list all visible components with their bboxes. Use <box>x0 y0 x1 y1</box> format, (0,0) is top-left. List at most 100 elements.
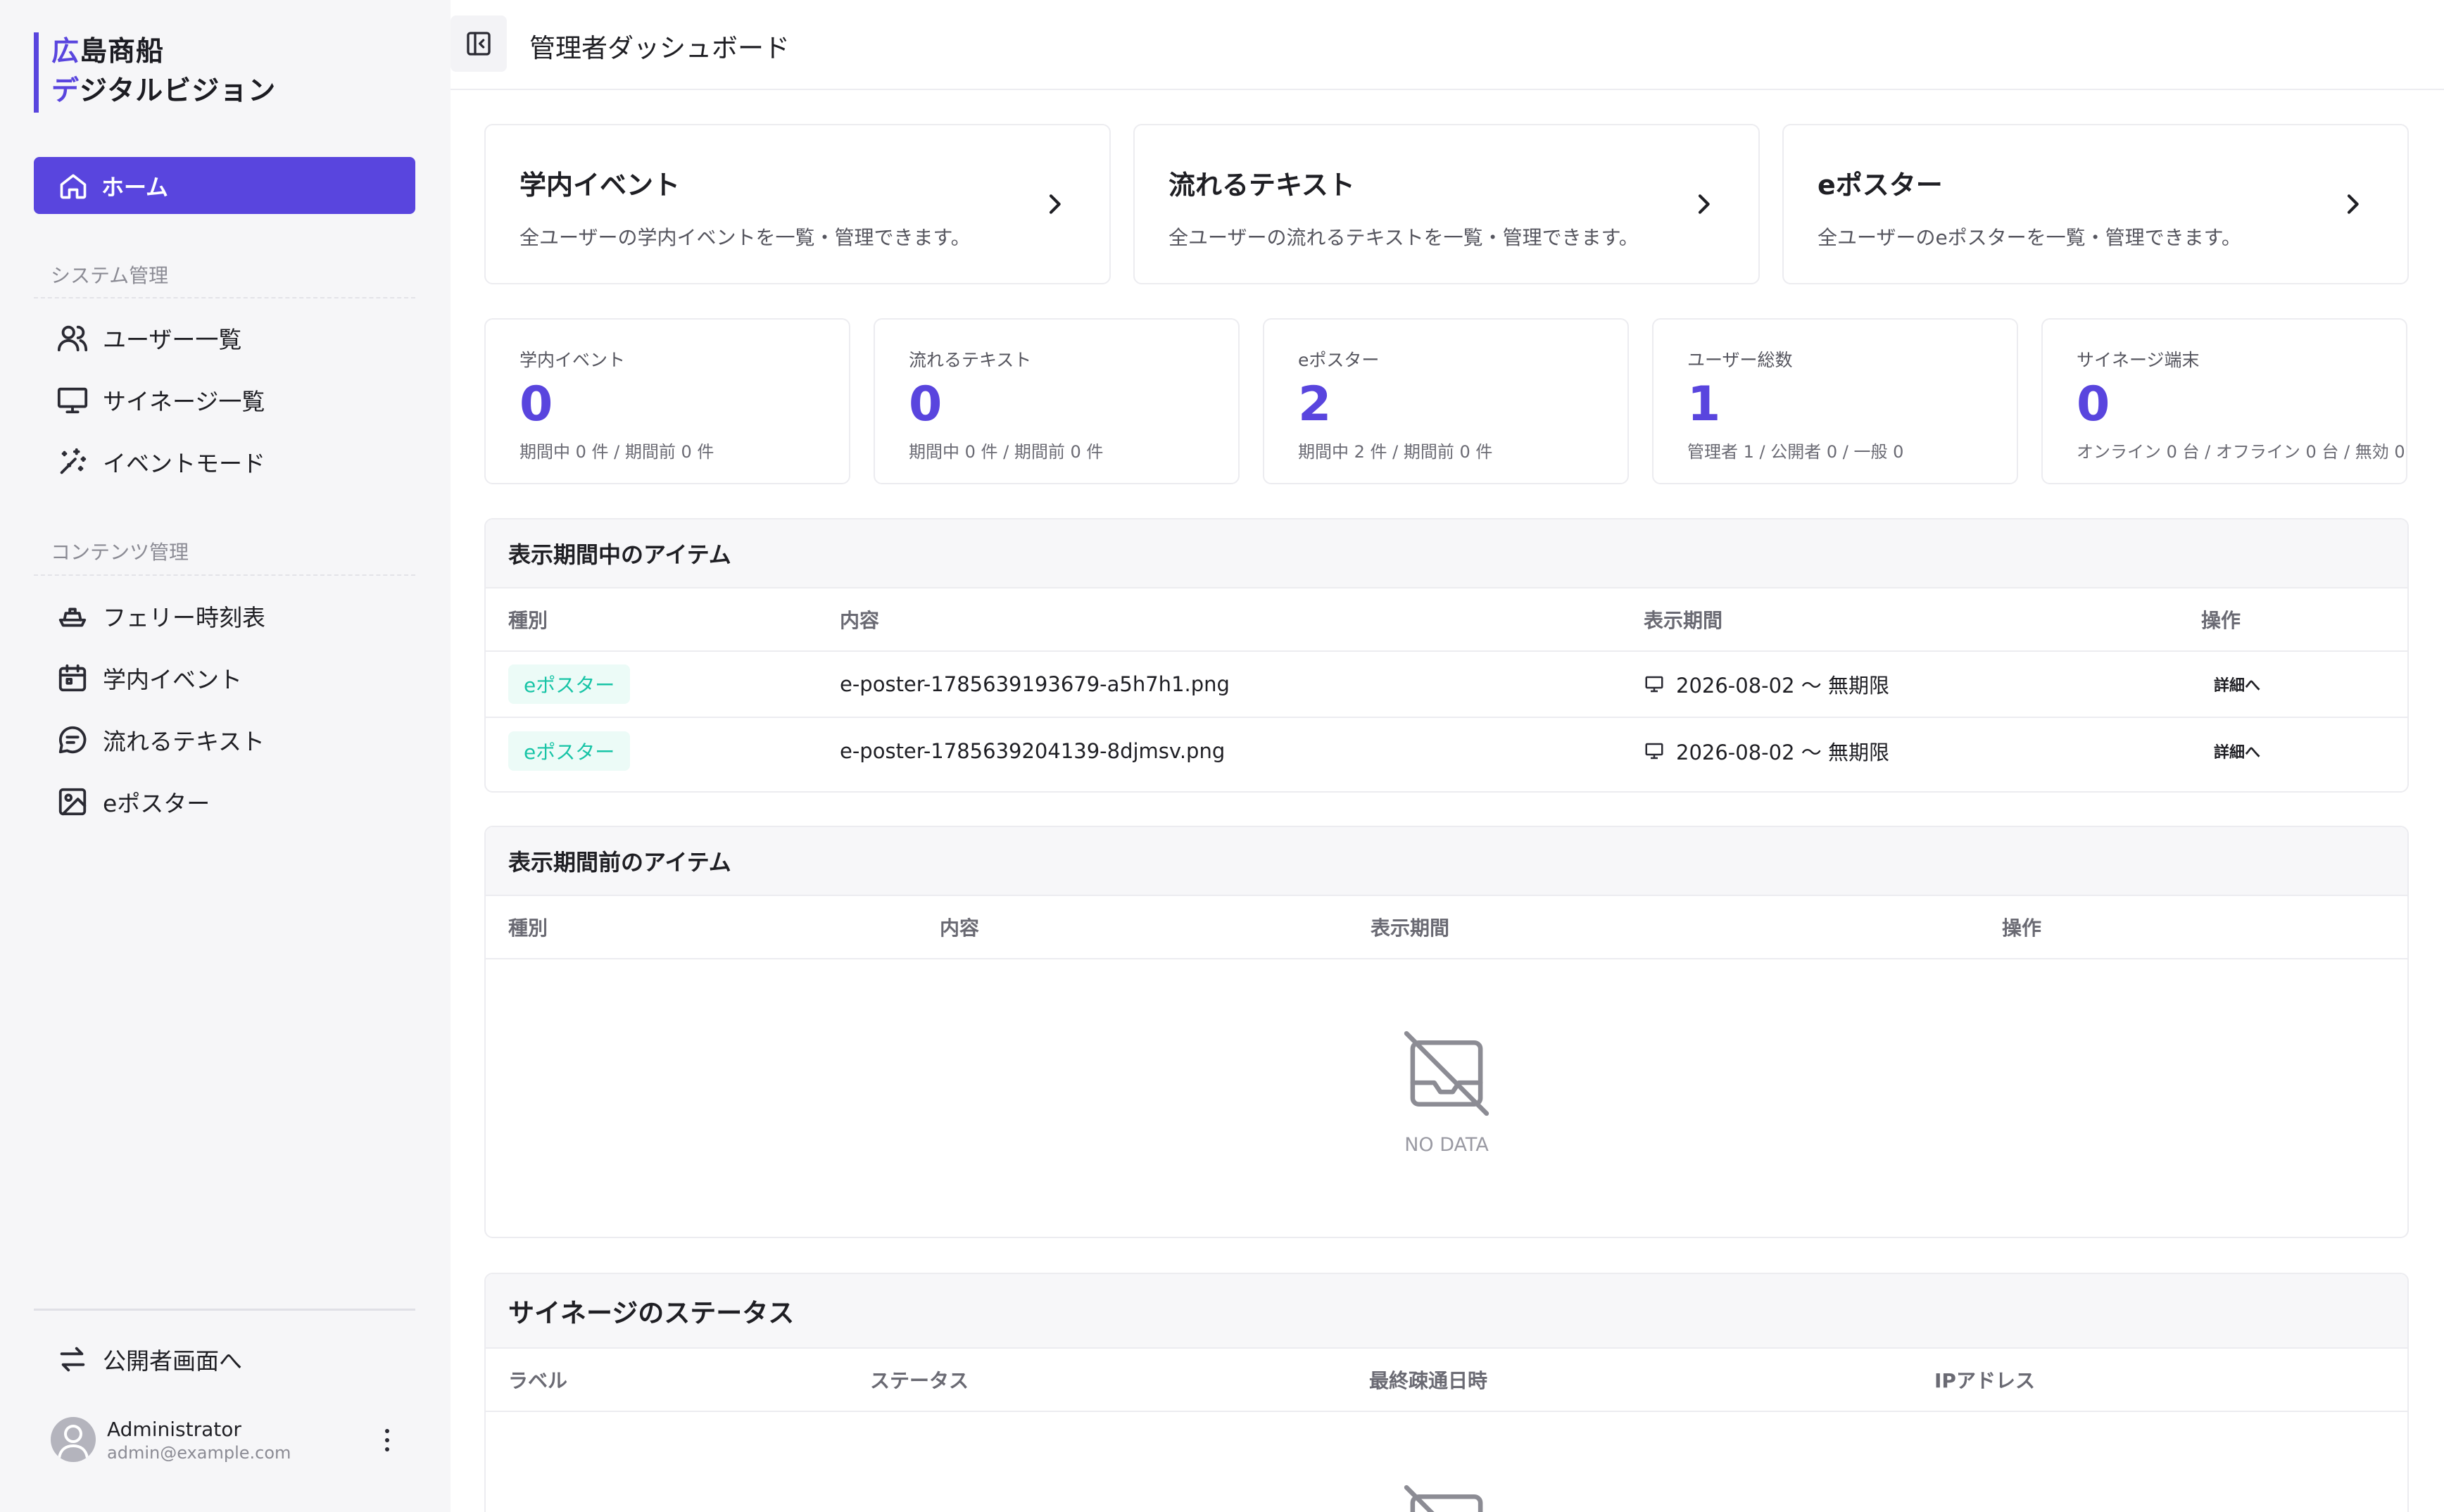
user-menu-button[interactable] <box>377 1426 397 1454</box>
stat-card-signage: サイネージ端末 0 オンライン 0 台 / オフライン 0 台 / 無効 0 台 <box>2041 318 2407 484</box>
section-label-content: コンテンツ管理 <box>51 541 189 564</box>
user-email: admin@example.com <box>107 1443 291 1463</box>
sidebar-item-event-mode[interactable]: イベントモード <box>56 441 265 483</box>
stat-card-events: 学内イベント 0 期間中 0 件 / 期間前 0 件 <box>484 318 850 484</box>
calendar-icon <box>58 664 87 692</box>
sidebar-item-signage[interactable]: サイネージ一覧 <box>56 379 265 421</box>
column-header: ステータス <box>870 1369 969 1392</box>
column-header: 表示期間 <box>1644 609 1723 632</box>
image-icon <box>58 788 87 816</box>
table-header: 種別 内容 表示期間 操作 <box>486 588 2407 652</box>
stat-sub: 管理者 1 / 公開者 0 / 一般 0 <box>1687 442 1904 462</box>
sidebar-item-ferry[interactable]: フェリー時刻表 <box>56 595 265 637</box>
sidebar-collapse-icon <box>467 32 491 56</box>
page-title: 管理者ダッシュボード <box>529 33 790 63</box>
sidebar-item-events[interactable]: 学内イベント <box>56 657 242 699</box>
chevron-right-icon <box>1698 194 1710 214</box>
stat-card-eposter: eポスター 2 期間中 2 件 / 期間前 0 件 <box>1263 318 1629 484</box>
sidebar-item-label: eポスター <box>103 790 210 817</box>
stat-card-ticker: 流れるテキスト 0 期間中 0 件 / 期間前 0 件 <box>874 318 1240 484</box>
sidebar-item-label: フェリー時刻表 <box>103 604 265 631</box>
sidebar-item-users[interactable]: ユーザー一覧 <box>56 317 241 359</box>
nav-card-desc: 全ユーザーのeポスターを一覧・管理できます。 <box>1818 226 2241 249</box>
empty-state <box>486 1478 2407 1512</box>
sidebar-item-label: ユーザー一覧 <box>103 326 242 353</box>
stat-label: 学内イベント <box>519 350 626 370</box>
public-screen-link-label: 公開者画面へ <box>103 1347 242 1375</box>
brand-logo[interactable]: 広島商船 デジタルビジョン <box>34 32 276 113</box>
stat-value: 0 <box>2077 377 2110 432</box>
empty-state: NO DATA <box>486 1024 2407 1156</box>
panel-title: 表示期間前のアイテム <box>486 827 2407 896</box>
column-header: 最終疎通日時 <box>1369 1369 1488 1392</box>
stat-label: 流れるテキスト <box>909 350 1032 370</box>
signage-status-panel: サイネージのステータス ラベル ステータス 最終疎通日時 IPアドレス <box>484 1273 2409 1512</box>
monitor-icon <box>1645 676 1663 693</box>
user-name: Administrator <box>107 1418 241 1441</box>
sidebar-item-label: サイネージ一覧 <box>103 388 265 415</box>
nav-card-events[interactable]: 学内イベント 全ユーザーの学内イベントを一覧・管理できます。 <box>484 124 1111 284</box>
stat-label: サイネージ端末 <box>2077 350 2200 370</box>
sidebar-footer-divider <box>34 1309 415 1311</box>
stat-sub: 期間中 0 件 / 期間前 0 件 <box>519 442 714 462</box>
table-row: eポスター e-poster-1785639204139-8djmsv.png … <box>486 718 2407 784</box>
detail-link[interactable]: 詳細へ <box>2214 718 2260 784</box>
stat-label: ユーザー総数 <box>1687 350 1793 370</box>
nav-card-title: 流れるテキスト <box>1169 170 1355 201</box>
column-header: 操作 <box>2201 609 2241 632</box>
sidebar-item-home[interactable]: ホーム <box>34 157 415 214</box>
sparkles-icon <box>60 448 87 474</box>
stat-value: 0 <box>909 377 943 432</box>
table-header: ラベル ステータス 最終疎通日時 IPアドレス <box>486 1349 2407 1412</box>
avatar[interactable] <box>51 1417 96 1462</box>
column-header: ラベル <box>508 1369 568 1392</box>
panel-title: 表示期間中のアイテム <box>486 519 2407 588</box>
active-items-panel: 表示期間中のアイテム 種別 内容 表示期間 操作 eポスター e-poster-… <box>484 518 2409 793</box>
upcoming-items-panel: 表示期間前のアイテム 種別 内容 表示期間 操作 NO DATA <box>484 826 2409 1238</box>
chevron-right-icon <box>2347 194 2359 214</box>
brand-accent-1: 広 <box>51 36 80 68</box>
chevron-right-icon <box>1049 194 1061 214</box>
stat-label: eポスター <box>1298 350 1380 370</box>
sidebar-item-ticker[interactable]: 流れるテキスト <box>56 719 265 761</box>
period-text: 2026-08-02 〜 無期限 <box>1676 741 1889 764</box>
monitor-icon <box>57 387 88 414</box>
nav-card-desc: 全ユーザーの学内イベントを一覧・管理できます。 <box>519 226 971 249</box>
table-row: eポスター e-poster-1785639193679-a5h7h1.png … <box>486 652 2407 718</box>
stat-value: 1 <box>1687 377 1721 432</box>
nav-card-title: eポスター <box>1818 170 1943 201</box>
sidebar: 広島商船 デジタルビジョン ホーム システム管理 ユーザー一覧 サイネージ一覧 … <box>0 0 451 1512</box>
stat-card-users: ユーザー総数 1 管理者 1 / 公開者 0 / 一般 0 <box>1652 318 2018 484</box>
column-header: 内容 <box>840 609 880 632</box>
column-header: IPアドレス <box>1934 1369 2035 1392</box>
user-icon <box>58 1425 89 1459</box>
users-icon <box>57 325 88 352</box>
section-divider <box>34 297 415 298</box>
topbar: 管理者ダッシュボード <box>451 0 2444 90</box>
column-header: 表示期間 <box>1371 916 1450 940</box>
sidebar-toggle-button[interactable] <box>451 15 507 72</box>
column-header: 種別 <box>508 916 548 940</box>
nav-card-ticker[interactable]: 流れるテキスト 全ユーザーの流れるテキストを一覧・管理できます。 <box>1133 124 1760 284</box>
sidebar-item-eposter[interactable]: eポスター <box>56 781 210 823</box>
home-icon <box>60 174 87 199</box>
swap-arrows-icon <box>60 1347 85 1372</box>
panel-title: サイネージのステータス <box>486 1274 2407 1349</box>
stat-sub: 期間中 2 件 / 期間前 0 件 <box>1298 442 1493 462</box>
period-text: 2026-08-02 〜 無期限 <box>1676 674 1889 698</box>
stat-value: 0 <box>519 377 553 432</box>
message-icon <box>58 726 87 754</box>
section-label-system: システム管理 <box>51 264 169 287</box>
content-cell: e-poster-1785639204139-8djmsv.png <box>840 739 1226 763</box>
nav-card-eposter[interactable]: eポスター 全ユーザーのeポスターを一覧・管理できます。 <box>1782 124 2409 284</box>
brand-text-2: ジタルビジョン <box>80 75 277 107</box>
sidebar-item-label: 学内イベント <box>103 666 242 693</box>
type-badge: eポスター <box>508 664 631 704</box>
no-data-icon <box>1404 1485 1483 1512</box>
brand-accent-2: デ <box>51 75 80 107</box>
period-cell: 2026-08-02 〜 無期限 <box>1644 652 1889 717</box>
column-header: 種別 <box>508 609 548 632</box>
nav-card-desc: 全ユーザーの流れるテキストを一覧・管理できます。 <box>1169 226 1639 249</box>
detail-link[interactable]: 詳細へ <box>2214 652 2260 717</box>
public-screen-link[interactable]: 公開者画面へ <box>56 1338 242 1380</box>
